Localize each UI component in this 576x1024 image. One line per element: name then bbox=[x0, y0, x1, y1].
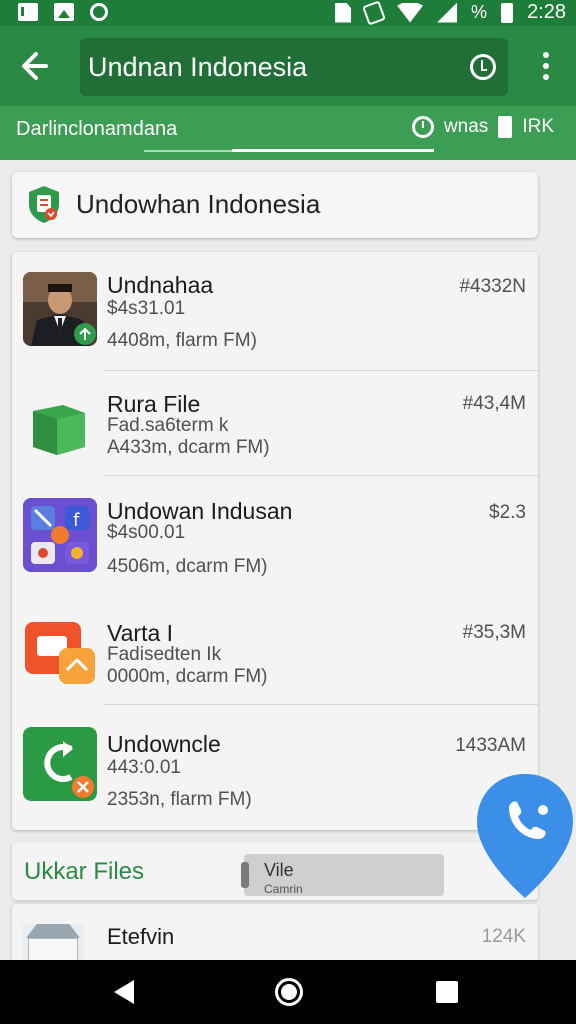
building-photo bbox=[22, 924, 84, 964]
list-item[interactable]: Undnahaa $4s31.01 4408m, flarm FM) #4332… bbox=[12, 252, 538, 371]
item-size: #35,3M bbox=[462, 622, 526, 643]
item-subtitle: $4s00.01 bbox=[107, 522, 186, 543]
item-subtitle: $4s31.01 bbox=[107, 298, 186, 319]
search-query: Undnan Indonesia bbox=[88, 52, 308, 82]
list-item[interactable]: Varta I Fadisedten Ik 0000m, dcarm FM) #… bbox=[12, 588, 538, 705]
green-sync-icon bbox=[23, 727, 97, 801]
tab-track bbox=[144, 150, 232, 152]
vibrate-icon bbox=[362, 0, 386, 25]
drag-handle[interactable] bbox=[241, 862, 249, 888]
chip-label: Vile bbox=[264, 860, 294, 880]
item-subtitle: 443:0.01 bbox=[107, 757, 181, 778]
list-item[interactable]: f Undowan Indusan $4s00.01 4506m, dcarm … bbox=[12, 476, 538, 588]
section-title-card[interactable]: Undowhan Indonesia bbox=[12, 172, 538, 238]
wifi-icon bbox=[397, 2, 424, 23]
item-date: A433m, dcarm FM) bbox=[107, 437, 270, 458]
item-size: #43,4M bbox=[462, 393, 526, 414]
battery-percent: % bbox=[471, 2, 488, 22]
files-section-header: Ukkar Files Vile Camrin bbox=[12, 842, 538, 900]
green-cube-icon bbox=[23, 391, 97, 465]
filter-bar: Darlinclonamdana wnas IRK bbox=[0, 106, 576, 160]
list-item[interactable]: Etefvin 124K bbox=[12, 904, 538, 964]
file-list: Undnahaa $4s31.01 4408m, flarm FM) #4332… bbox=[12, 252, 538, 830]
chip-sublabel: Camrin bbox=[264, 882, 303, 896]
item-date: 4506m, dcarm FM) bbox=[107, 556, 268, 577]
svg-text:f: f bbox=[73, 510, 80, 531]
signal-icon bbox=[437, 2, 458, 23]
item-name: Undowan Indusan bbox=[107, 498, 293, 524]
item-date: 2353n, flarm FM) bbox=[107, 789, 252, 810]
mail-icon bbox=[18, 3, 41, 21]
search-field[interactable]: Undnan Indonesia bbox=[80, 38, 508, 96]
history-clock-icon[interactable] bbox=[470, 54, 496, 80]
item-size: 1433AM bbox=[455, 735, 526, 756]
green-shield-icon bbox=[26, 184, 62, 224]
call-fab-button[interactable] bbox=[475, 770, 575, 900]
item-name: Varta I bbox=[107, 620, 174, 646]
sort-clock-icon[interactable] bbox=[411, 116, 434, 138]
item-size: 124K bbox=[481, 926, 526, 947]
item-size: $2.3 bbox=[489, 502, 526, 523]
list-item[interactable]: Rura File Fad.sa6term k A433m, dcarm FM)… bbox=[12, 371, 538, 476]
apps-folder-icon: f bbox=[23, 498, 97, 572]
section-heading: Ukkar Files bbox=[24, 858, 145, 885]
nav-recents-icon[interactable] bbox=[436, 981, 458, 1003]
nav-home-icon[interactable] bbox=[275, 978, 303, 1006]
back-button[interactable] bbox=[16, 48, 54, 84]
tab-indicator bbox=[232, 149, 434, 152]
nav-back-icon[interactable] bbox=[114, 980, 134, 1004]
item-size: #4332N bbox=[459, 276, 526, 297]
item-date: 4408m, flarm FM) bbox=[107, 330, 257, 351]
clock: 2:28 bbox=[527, 1, 566, 23]
app-bar: Undnan Indonesia bbox=[0, 26, 576, 106]
breadcrumb[interactable]: Darlinclonamdana bbox=[16, 118, 177, 141]
list-item[interactable]: Undowncle 443:0.01 2353n, flarm FM) 1433… bbox=[12, 705, 538, 830]
status-bar: % 2:28 bbox=[0, 0, 576, 26]
more-options-button[interactable] bbox=[537, 48, 555, 84]
storage-icon bbox=[498, 116, 513, 138]
orange-app-icon bbox=[23, 618, 97, 692]
item-date: 0000m, dcarm FM) bbox=[107, 666, 268, 687]
back-arrow-icon bbox=[22, 52, 48, 80]
sync-icon bbox=[90, 3, 108, 21]
battery-icon bbox=[501, 2, 514, 23]
item-subtitle: Fad.sa6term k bbox=[107, 415, 229, 436]
more-vert-icon bbox=[543, 52, 549, 58]
files-filter-chip[interactable]: Vile Camrin bbox=[241, 854, 444, 896]
photo-icon bbox=[54, 3, 74, 21]
item-subtitle: Fadisedten Ik bbox=[107, 644, 222, 665]
phone-icon bbox=[477, 774, 573, 898]
system-nav-bar bbox=[0, 960, 576, 1024]
item-name: Undowncle bbox=[107, 731, 221, 757]
result-count: IRK bbox=[522, 116, 554, 137]
sort-label[interactable]: wnas bbox=[444, 116, 488, 138]
sim-icon bbox=[335, 2, 352, 23]
item-name: Undnahaa bbox=[107, 272, 214, 298]
item-name: Rura File bbox=[107, 391, 201, 417]
item-name: Etefvin bbox=[107, 924, 175, 949]
section-title: Undowhan Indonesia bbox=[76, 189, 321, 219]
person-photo bbox=[23, 272, 97, 346]
